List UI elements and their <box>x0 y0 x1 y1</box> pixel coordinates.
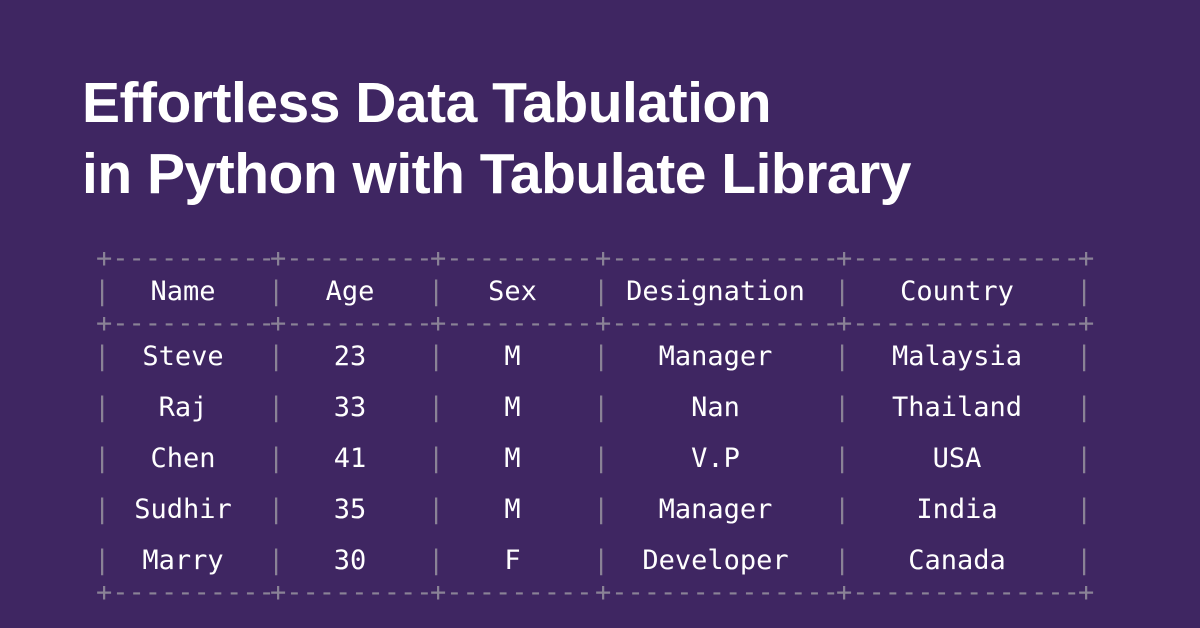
tabulate-table: +----------+---------+---------+--------… <box>94 252 1104 600</box>
title-line-1: Effortless Data Tabulation <box>82 71 772 135</box>
table-rule-segment: +--------- <box>270 252 446 266</box>
table-rule-header-separator: +----------+---------+---------+--------… <box>96 317 1104 331</box>
table-header-row: | | | | | | Name Age Sex Designation Country <box>94 266 1104 317</box>
table-column-divider: | <box>1076 443 1093 474</box>
table-header-cell: Sex <box>488 276 537 307</box>
table-rule-segment: +-------------- <box>595 586 852 600</box>
table-rule-segment: +-------------- <box>836 586 1094 600</box>
table-rule-segment: +-------------- <box>836 317 1094 331</box>
table-cell: M <box>504 392 521 423</box>
table-cell: Raj <box>158 392 208 423</box>
table-cell: F <box>504 545 521 576</box>
table-cell: India <box>916 494 998 525</box>
table-cell: USA <box>932 443 982 474</box>
table-cell: Marry <box>142 545 224 576</box>
table-cell: 35 <box>333 494 367 525</box>
table-cell: Sudhir <box>134 494 232 525</box>
table-rule-segment: +---------- <box>96 586 286 600</box>
table-column-divider: | <box>1076 392 1093 423</box>
table-header-cell: Age <box>325 276 375 307</box>
table-cell: 33 <box>333 392 367 423</box>
table-rule-segment: + <box>1078 252 1098 266</box>
table-header-cell: Country <box>900 276 1014 307</box>
table-cell: Manager <box>658 341 773 372</box>
table-cell: Manager <box>658 494 773 525</box>
page-title: Effortless Data Tabulation in Python wit… <box>82 68 1122 210</box>
table-cell: M <box>504 494 521 525</box>
table-row: | | | | | | Marry 30 F Developer Canada <box>94 535 1104 586</box>
table-rule-segment: +--------- <box>430 252 611 266</box>
table-cell: Developer <box>642 545 789 576</box>
table-rule-bottom: +----------+---------+---------+--------… <box>96 586 1104 600</box>
table-row: | | | | | | Chen 41 M V.P USA <box>94 433 1104 484</box>
table-cell: Thailand <box>891 392 1023 423</box>
table-row: | | | | | | Sudhir 35 M Manager India <box>94 484 1104 535</box>
table-rule-segment: + <box>1078 586 1098 600</box>
table-cell: V.P <box>691 443 740 474</box>
table-rule-segment: +---------- <box>96 317 286 331</box>
table-cell: M <box>504 443 521 474</box>
table-column-divider: | <box>1076 276 1093 307</box>
table-cell: Nan <box>691 392 740 423</box>
table-row: | | | | | | Steve 23 M Manager Malaysia <box>94 331 1104 382</box>
table-cell: Canada <box>908 545 1006 576</box>
table-row: | | | | | | Raj 33 M Nan Thailand <box>94 382 1104 433</box>
table-cell: 30 <box>333 545 367 576</box>
table-rule-segment: +-------------- <box>595 252 852 266</box>
table-column-divider: | <box>1076 494 1093 525</box>
table-cell: M <box>504 341 521 372</box>
table-rule-segment: +--------- <box>270 317 446 331</box>
table-rule-top: +----------+---------+---------+--------… <box>96 252 1104 266</box>
table-cell: Chen <box>150 443 216 474</box>
table-cell: Steve <box>142 341 224 372</box>
table-rule-segment: +--------- <box>270 586 446 600</box>
table-cell: 41 <box>333 443 367 474</box>
table-rule-segment: +---------- <box>96 252 286 266</box>
table-cell: 23 <box>333 341 367 372</box>
table-column-divider: | <box>1076 341 1093 372</box>
table-cell: Malaysia <box>891 341 1023 372</box>
title-line-2: in Python with Tabulate Library <box>82 142 912 206</box>
table-rule-segment: +-------------- <box>595 317 852 331</box>
table-rule-segment: +-------------- <box>836 252 1094 266</box>
table-column-divider: | <box>1076 545 1093 576</box>
table-rule-segment: +--------- <box>430 586 611 600</box>
table-rule-segment: +--------- <box>430 317 611 331</box>
table-rule-segment: + <box>1078 317 1098 331</box>
table-header-cell: Designation <box>626 276 805 307</box>
banner: Effortless Data Tabulation in Python wit… <box>0 0 1200 628</box>
table-header-cell: Name <box>150 276 216 307</box>
